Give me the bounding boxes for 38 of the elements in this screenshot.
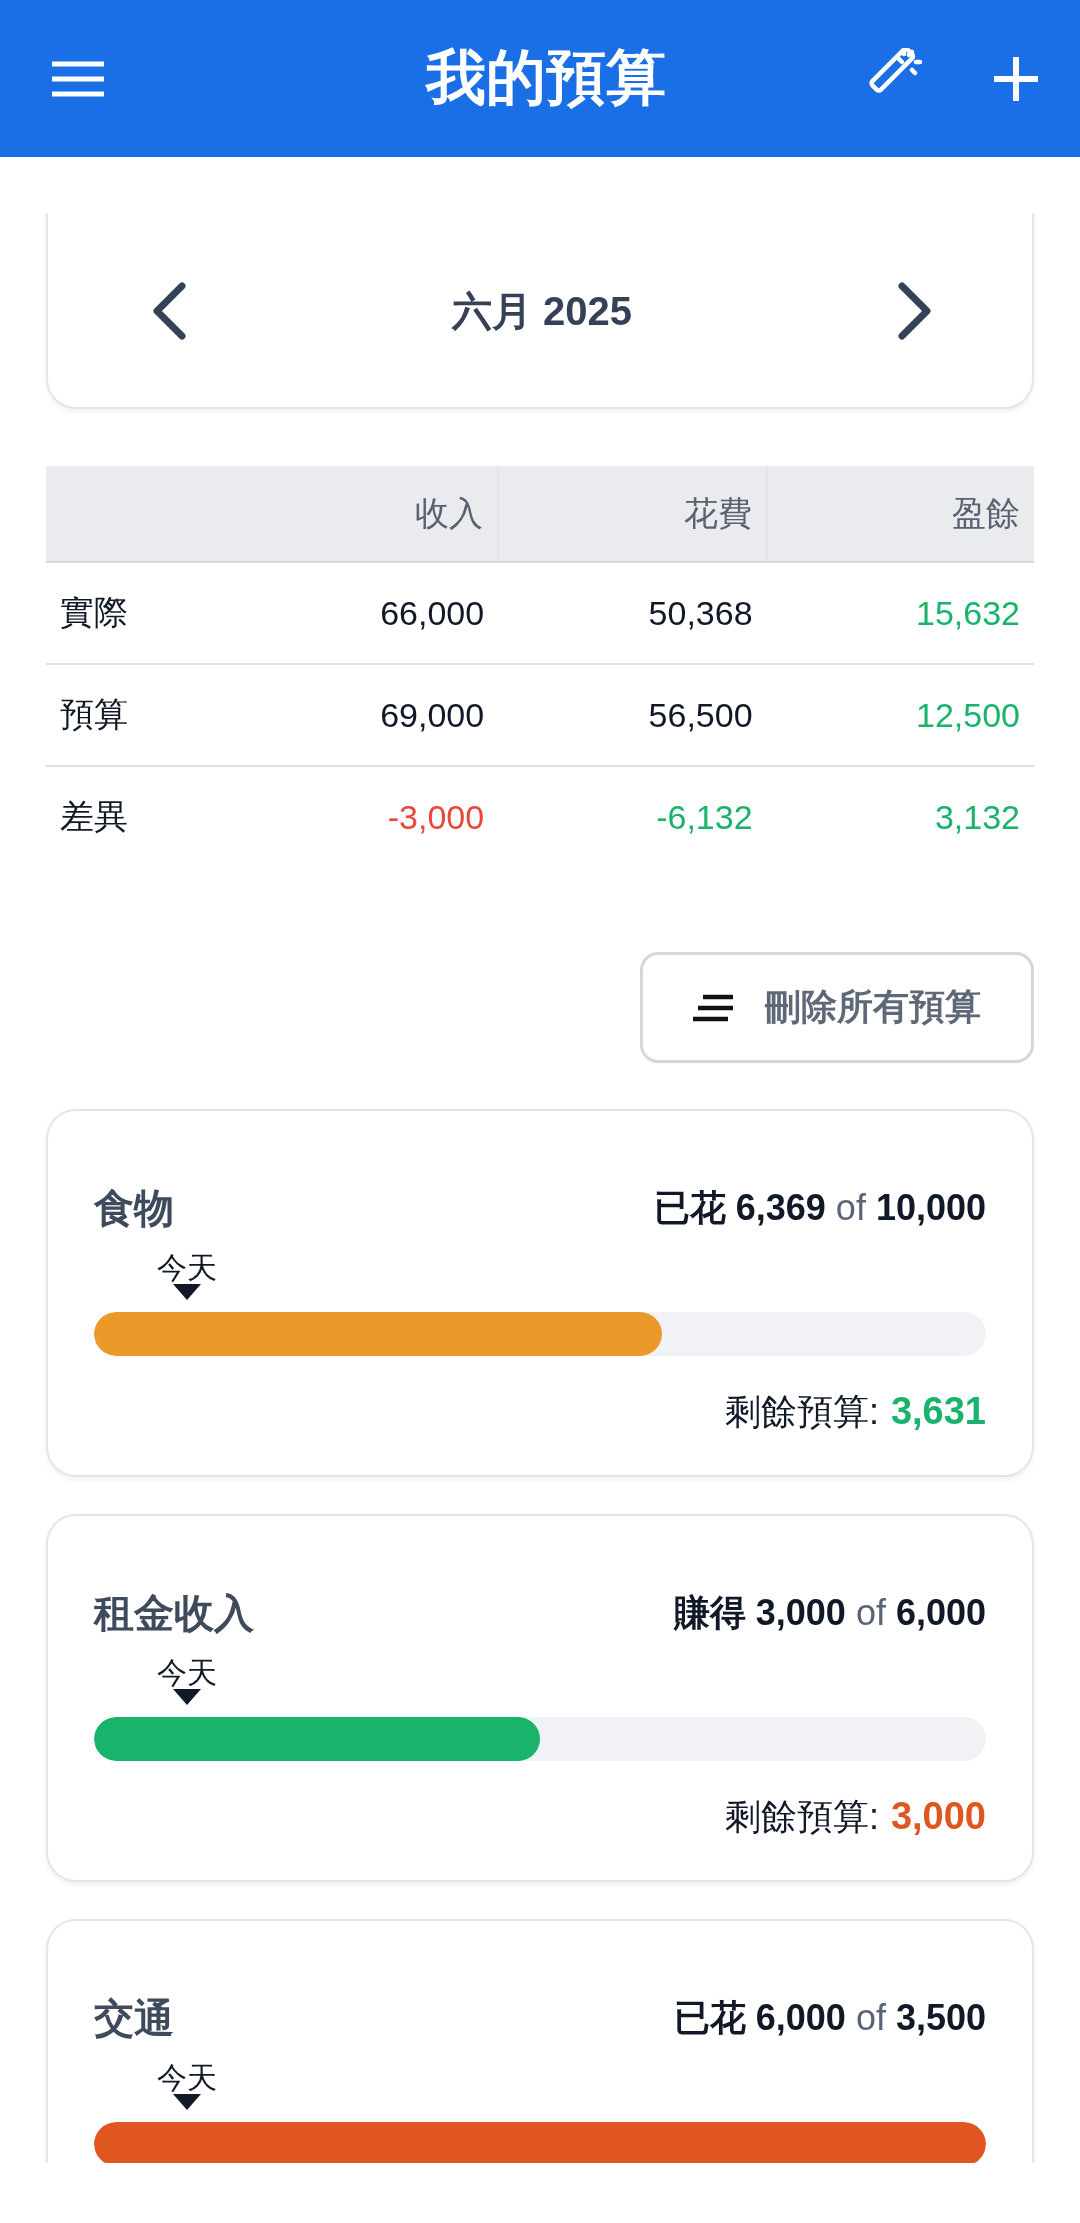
row-label: 實際 xyxy=(46,562,231,664)
category-name: 租金收入 xyxy=(94,1590,254,1637)
menu-icon[interactable] xyxy=(52,60,104,97)
table-cell: 3,132 xyxy=(766,766,1034,867)
amount-text: 賺得 3,000 of 6,000 xyxy=(673,1591,986,1635)
amount-text: 已花 6,000 of 3,500 xyxy=(673,1996,986,2040)
table-cell: 15,632 xyxy=(766,562,1034,664)
delete-all-button[interactable]: 刪除所有預算 xyxy=(640,952,1034,1063)
column-header: 花費 xyxy=(498,466,767,562)
table-cell: 66,000 xyxy=(230,562,499,664)
category-name: 交通 xyxy=(94,1995,174,2042)
column-header: 收入 xyxy=(230,466,499,562)
table-cell: 69,000 xyxy=(230,664,499,766)
month-label: 六月 2025 xyxy=(451,287,633,335)
today-label: 今天 xyxy=(157,1657,217,1689)
column-header: 盈餘 xyxy=(766,466,1034,562)
table-cell: 50,368 xyxy=(498,562,767,664)
today-label: 今天 xyxy=(157,2062,217,2094)
app-title: 我的預算 xyxy=(424,43,667,113)
table-cell: -6,132 xyxy=(498,766,767,867)
amount-text: 已花 6,369 of 10,000 xyxy=(653,1186,986,1230)
category-name: 食物 xyxy=(94,1185,174,1232)
remaining-label: 剩餘預算: xyxy=(724,1389,879,1434)
today-label: 今天 xyxy=(157,1252,217,1284)
table-cell: 12,500 xyxy=(766,664,1034,766)
budget-card[interactable]: 食物 已花 6,369 of 10,000 今天 剩餘預算: 3,631 xyxy=(46,1109,1034,1477)
remaining-label: 剩餘預算: xyxy=(724,1794,879,1839)
previous-month-icon[interactable] xyxy=(152,282,186,340)
row-label: 預算 xyxy=(46,664,231,766)
remaining-amount: 3,000 xyxy=(890,1794,986,1838)
row-label: 差異 xyxy=(46,766,231,867)
table-cell: -3,000 xyxy=(230,766,499,867)
budget-card[interactable]: 租金收入 賺得 3,000 of 6,000 今天 剩餘預算: 3,000 xyxy=(46,1514,1034,1882)
add-icon[interactable] xyxy=(994,56,1038,101)
next-month-icon[interactable] xyxy=(898,282,932,340)
table-cell: 56,500 xyxy=(498,664,767,766)
remaining-amount: 3,631 xyxy=(890,1389,986,1433)
budget-card[interactable]: 交通 已花 6,000 of 3,500 今天 xyxy=(46,1919,1034,2163)
